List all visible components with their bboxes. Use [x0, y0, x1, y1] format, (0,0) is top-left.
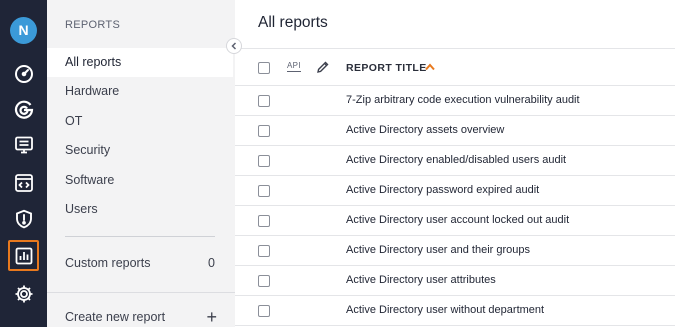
table-row[interactable]: Active Directory user without department	[235, 296, 675, 326]
row-checkbox[interactable]	[258, 125, 270, 137]
api-column-icon[interactable]: API	[287, 61, 301, 72]
report-title-cell[interactable]: Active Directory user without department	[346, 304, 544, 316]
icon-rail: N	[0, 0, 47, 327]
user-avatar[interactable]: N	[10, 17, 37, 44]
nav-item-custom-reports[interactable]: Custom reports 0	[47, 249, 233, 278]
table-row[interactable]: Active Directory user account locked out…	[235, 206, 675, 236]
monitor-list-icon[interactable]	[8, 129, 39, 160]
reports-table: API REPORT TITLE 7-Zip arbitrary code ex…	[235, 48, 675, 326]
custom-reports-count: 0	[208, 256, 215, 270]
nav-item-hardware[interactable]: Hardware	[47, 77, 233, 106]
create-new-report-label: Create new report	[65, 310, 166, 324]
nav-divider	[65, 236, 215, 237]
nav-item-all-reports[interactable]: All reports	[47, 48, 233, 77]
chevron-left-icon	[231, 42, 237, 50]
nav-item-ot[interactable]: OT	[47, 107, 233, 136]
row-checkbox[interactable]	[258, 155, 270, 167]
table-row[interactable]: Active Directory password expired audit	[235, 176, 675, 206]
settings-gear-icon[interactable]	[8, 278, 39, 309]
nav-item-security[interactable]: Security	[47, 136, 233, 165]
page-title: All reports	[258, 14, 328, 31]
dashboard-gauge-icon[interactable]	[8, 58, 39, 89]
report-title-cell[interactable]: Active Directory password expired audit	[346, 184, 539, 196]
shield-alert-icon[interactable]	[8, 203, 39, 234]
sort-ascending-icon[interactable]	[425, 63, 435, 71]
plus-icon: +	[206, 307, 217, 327]
row-checkbox[interactable]	[258, 185, 270, 197]
row-checkbox[interactable]	[258, 275, 270, 287]
code-window-icon[interactable]	[8, 167, 39, 198]
create-new-report-button[interactable]: Create new report +	[47, 303, 233, 327]
table-header: API REPORT TITLE	[235, 48, 675, 86]
reports-g-icon[interactable]	[8, 93, 39, 124]
table-row[interactable]: Active Directory user attributes	[235, 266, 675, 296]
report-title-cell[interactable]: Active Directory assets overview	[346, 124, 504, 136]
row-checkbox[interactable]	[258, 95, 270, 107]
bar-chart-report-icon[interactable]	[8, 240, 39, 271]
row-checkbox[interactable]	[258, 215, 270, 227]
nav-item-software[interactable]: Software	[47, 166, 233, 195]
select-all-checkbox[interactable]	[258, 62, 270, 74]
table-row[interactable]: Active Directory user and their groups	[235, 236, 675, 266]
report-title-cell[interactable]: Active Directory user attributes	[346, 274, 496, 286]
row-checkbox[interactable]	[258, 245, 270, 257]
report-title-column-header[interactable]: REPORT TITLE	[346, 62, 427, 74]
pencil-icon[interactable]	[316, 60, 330, 74]
nav-header: REPORTS	[65, 19, 121, 31]
reports-nav: REPORTS All reports Hardware OT Security…	[47, 0, 235, 327]
table-row[interactable]: Active Directory enabled/disabled users …	[235, 146, 675, 176]
collapse-sidebar-button[interactable]	[226, 38, 242, 54]
nav-divider-bottom	[47, 292, 235, 293]
report-title-cell[interactable]: Active Directory enabled/disabled users …	[346, 154, 566, 166]
table-row[interactable]: Active Directory assets overview	[235, 116, 675, 146]
nav-item-users[interactable]: Users	[47, 195, 233, 224]
report-title-cell[interactable]: Active Directory user account locked out…	[346, 214, 569, 226]
custom-reports-label: Custom reports	[65, 256, 151, 270]
report-title-cell[interactable]: 7-Zip arbitrary code execution vulnerabi…	[346, 94, 580, 106]
report-title-cell[interactable]: Active Directory user and their groups	[346, 244, 530, 256]
row-checkbox[interactable]	[258, 305, 270, 317]
table-row[interactable]: 7-Zip arbitrary code execution vulnerabi…	[235, 86, 675, 116]
main-content: All reports API REPORT TITLE 7-Zip arbit…	[235, 0, 675, 327]
